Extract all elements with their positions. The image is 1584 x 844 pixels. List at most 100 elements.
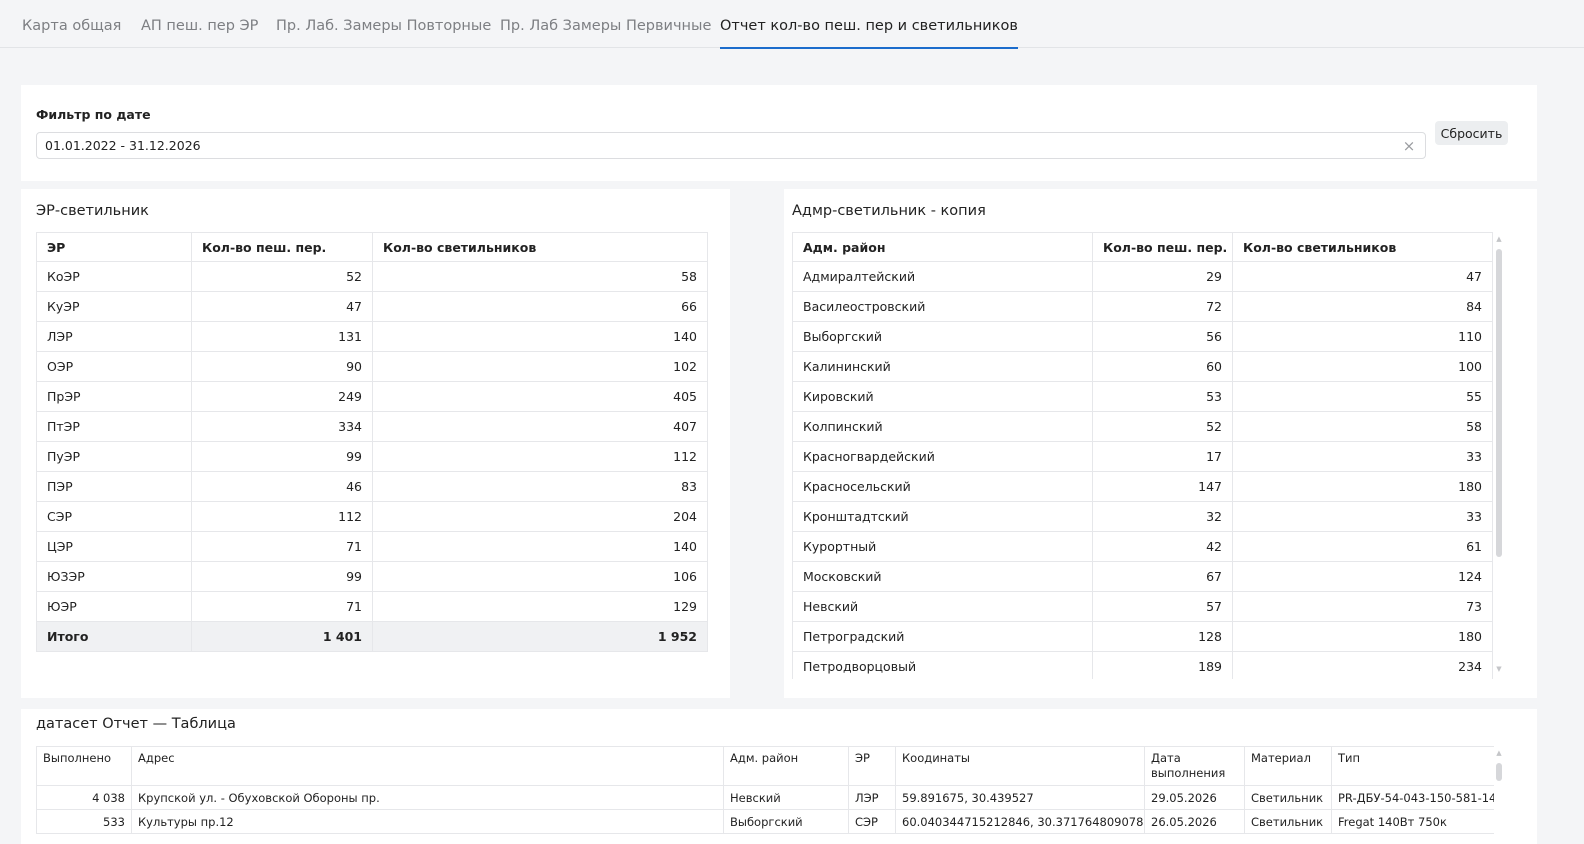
table-row[interactable]: 4 038 Крупской ул. - Обуховской Обороны п… (36, 785, 1494, 810)
table-row[interactable]: СЭР 112 204 (36, 501, 708, 532)
table-cell: ЛЭР (36, 321, 192, 352)
column-header[interactable]: Дата выполнения (1144, 746, 1245, 786)
table-cell: ПрЭР (36, 381, 192, 412)
table-header-row: Адм. район Кол-во пеш. пер. Кол-во свети… (792, 232, 1493, 262)
column-header[interactable]: Кол-во светильников (372, 232, 708, 262)
table-header-row: ЭР Кол-во пеш. пер. Кол-во светильников (36, 232, 708, 262)
table-cell: 42 (1092, 531, 1233, 562)
column-header[interactable]: Коодинаты (895, 746, 1145, 786)
adm-table-scroll-area[interactable]: Адм. район Кол-во пеш. пер. Кол-во свети… (792, 232, 1500, 679)
table-cell: Кировский (792, 381, 1093, 412)
tab-otchet[interactable]: Отчет кол-во пеш. пер и светильников (720, 18, 1018, 49)
table-row[interactable]: Кировский 53 55 (792, 381, 1493, 412)
table-cell: 60 (1092, 351, 1233, 382)
scroll-up-icon[interactable]: ▲ (1495, 749, 1503, 757)
tab-karta-obshaya[interactable]: Карта общая (22, 18, 121, 48)
column-header[interactable]: Кол-во светильников (1232, 232, 1493, 262)
table-cell: Петродворцовый (792, 651, 1093, 679)
table-row[interactable]: Петроградский 128 180 (792, 621, 1493, 652)
table-cell: 204 (372, 501, 708, 532)
table-cell: 129 (372, 591, 708, 622)
table-row[interactable]: ЛЭР 131 140 (36, 321, 708, 352)
column-header[interactable]: Тип (1331, 746, 1494, 786)
column-header[interactable]: Материал (1244, 746, 1332, 786)
table-row[interactable]: ПрЭР 249 405 (36, 381, 708, 412)
table-row[interactable]: Красногвардейский 17 33 (792, 441, 1493, 472)
table-row[interactable]: 533 Культуры пр.12 Выборгский СЭР 60.0403447… (36, 809, 1494, 834)
dataset-scrollbar[interactable]: ▲ (1495, 749, 1503, 809)
table-row[interactable]: ЮЭР 71 129 (36, 591, 708, 622)
table-cell: 140 (372, 531, 708, 562)
dataset-panel-title: датасет Отчет — Таблица (36, 716, 236, 732)
column-header[interactable]: ЭР (848, 746, 896, 786)
column-header[interactable]: Выполнено (36, 746, 132, 786)
table-cell: СЭР (36, 501, 192, 532)
table-row[interactable]: Невский 57 73 (792, 591, 1493, 622)
table-cell: 334 (191, 411, 373, 442)
table-cell: Невский (723, 785, 849, 810)
adm-lamp-panel: Адмр-светильник - копия Адм. район Кол-в… (784, 189, 1537, 698)
table-cell: 72 (1092, 291, 1233, 322)
table-cell: ЛЭР (848, 785, 896, 810)
scroll-thumb[interactable] (1496, 249, 1502, 557)
table-row[interactable]: КоЭР 52 58 (36, 261, 708, 292)
table-row[interactable]: КуЭР 47 66 (36, 291, 708, 322)
dataset-table-scroll-area[interactable]: Выполнено Адрес Адм. район ЭР Коодинаты … (36, 746, 1494, 844)
table-row[interactable]: Кронштадтский 32 33 (792, 501, 1493, 532)
table-cell: ЮЭР (36, 591, 192, 622)
table-row[interactable]: ПЭР 46 83 (36, 471, 708, 502)
table-row[interactable]: ЮЗЭР 99 106 (36, 561, 708, 592)
table-cell: Невский (792, 591, 1093, 622)
table-row[interactable]: ЦЭР 71 140 (36, 531, 708, 562)
table-row[interactable]: Московский 67 124 (792, 561, 1493, 592)
table-row[interactable]: Красносельский 147 180 (792, 471, 1493, 502)
reset-button[interactable]: Сбросить (1435, 121, 1508, 145)
adm-scrollbar[interactable]: ▲ ▼ (1495, 235, 1503, 675)
table-cell: 249 (191, 381, 373, 412)
table-cell: 29 (1092, 261, 1233, 292)
table-cell: 71 (191, 531, 373, 562)
column-header[interactable]: Адм. район (792, 232, 1093, 262)
table-cell: Fregat 140Вт 750к (1331, 809, 1494, 834)
column-header[interactable]: Кол-во пеш. пер. (1092, 232, 1233, 262)
scroll-up-icon[interactable]: ▲ (1495, 235, 1503, 243)
table-cell: ПЭР (36, 471, 192, 502)
table-cell: 112 (191, 501, 373, 532)
date-range-input[interactable]: 01.01.2022 - 31.12.2026 (36, 132, 1426, 159)
er-table-body: КоЭР 52 58 КуЭР 47 66 ЛЭР 131 140 ОЭР 90 102 ПрЭР 249… (36, 261, 708, 652)
table-cell: 99 (191, 441, 373, 472)
table-cell: 4 038 (36, 785, 132, 810)
table-cell: 60.040344715212846, 30.371764809078503 (895, 809, 1145, 834)
table-row[interactable]: ПтЭР 334 407 (36, 411, 708, 442)
column-header[interactable]: ЭР (36, 232, 192, 262)
scroll-thumb[interactable] (1496, 763, 1502, 781)
table-row[interactable]: Адмиралтейский 29 47 (792, 261, 1493, 292)
table-cell: КоЭР (36, 261, 192, 292)
column-header[interactable]: Адм. район (723, 746, 849, 786)
tab-lab-zamery-povtornye[interactable]: Пр. Лаб. Замеры Повторные (276, 18, 491, 48)
clear-icon[interactable]: × (1399, 136, 1419, 156)
date-filter-label: Фильтр по дате (36, 107, 151, 122)
table-row[interactable]: Выборгский 56 110 (792, 321, 1493, 352)
er-lamp-panel: ЭР-светильник ЭР Кол-во пеш. пер. Кол-во… (21, 189, 730, 698)
table-cell: 106 (372, 561, 708, 592)
column-header[interactable]: Кол-во пеш. пер. (191, 232, 373, 262)
table-cell: 46 (191, 471, 373, 502)
table-row[interactable]: Калининский 60 100 (792, 351, 1493, 382)
total-cell: 1 401 (191, 621, 373, 652)
scroll-down-icon[interactable]: ▼ (1495, 665, 1503, 673)
column-header[interactable]: Адрес (131, 746, 724, 786)
table-cell: Колпинский (792, 411, 1093, 442)
table-row[interactable]: Петродворцовый 189 234 (792, 651, 1493, 679)
table-cell: Крупской ул. - Обуховской Обороны пр. (131, 785, 724, 810)
table-row[interactable]: ПуЭР 99 112 (36, 441, 708, 472)
tab-lab-zamery-pervichnye[interactable]: Пр. Лаб Замеры Первичные (500, 18, 711, 48)
table-cell: 407 (372, 411, 708, 442)
table-row[interactable]: Василеостровский 72 84 (792, 291, 1493, 322)
tab-ap-pesh-per-er[interactable]: АП пеш. пер ЭР (141, 18, 258, 48)
table-row[interactable]: Курортный 42 61 (792, 531, 1493, 562)
table-cell: ПуЭР (36, 441, 192, 472)
table-row[interactable]: ОЭР 90 102 (36, 351, 708, 382)
table-cell: 140 (372, 321, 708, 352)
table-row[interactable]: Колпинский 52 58 (792, 411, 1493, 442)
